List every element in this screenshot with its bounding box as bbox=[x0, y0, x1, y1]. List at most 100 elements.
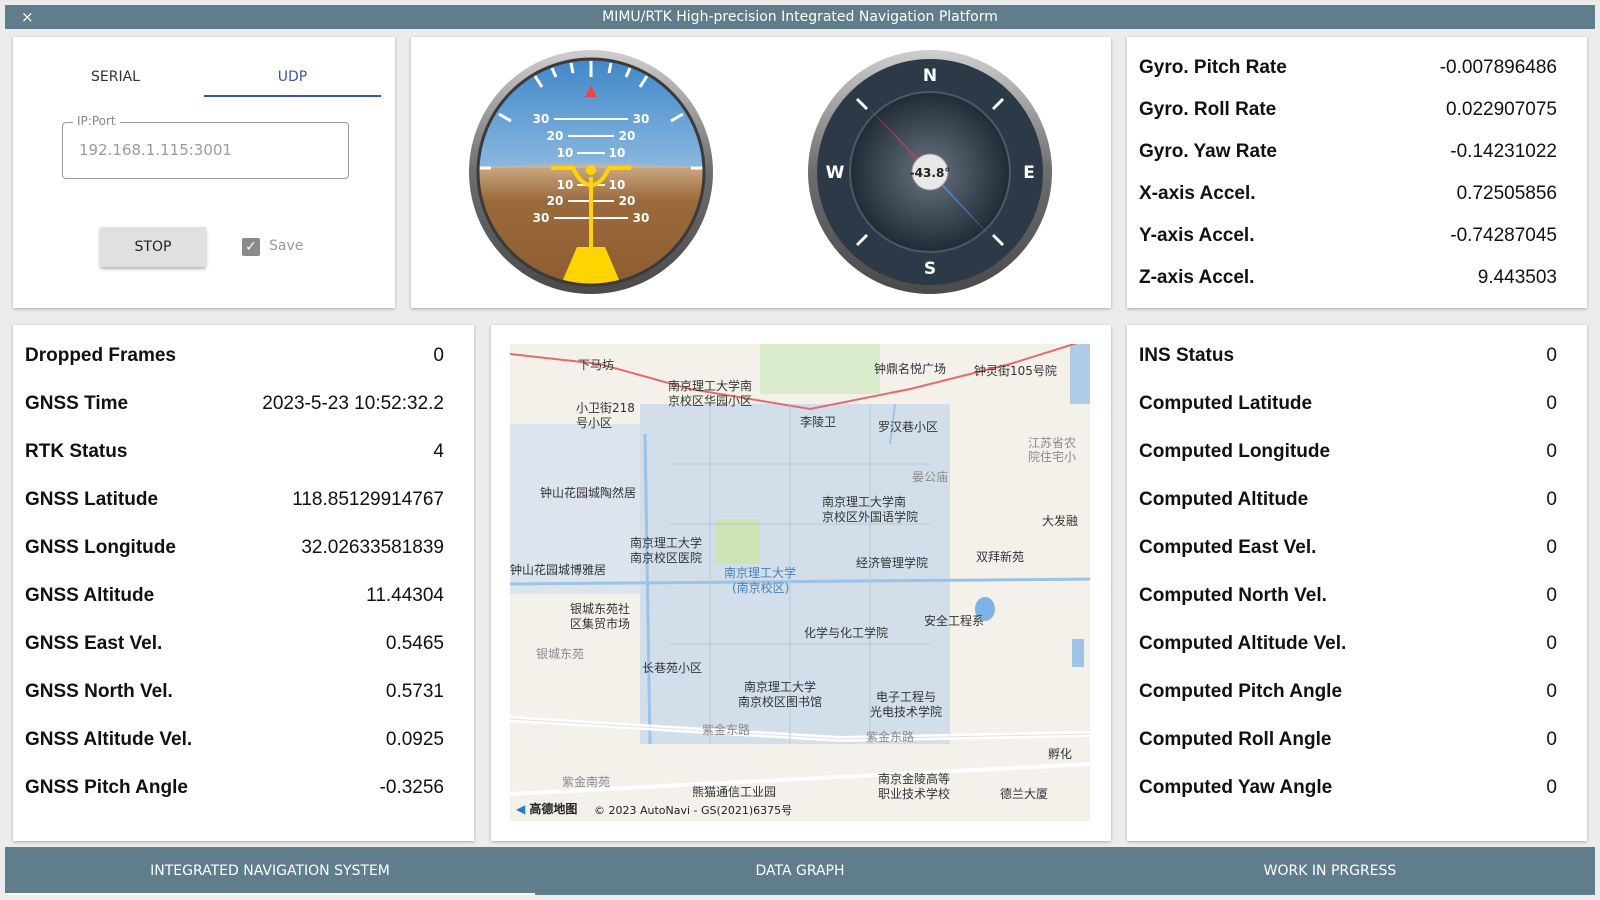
map-label: 钟山花园城博雅居 bbox=[510, 563, 607, 577]
gnss-row: GNSS East Vel. 0.5465 bbox=[25, 629, 444, 659]
ins-value: 0 bbox=[1546, 345, 1557, 366]
map-copyright: © 2023 AutoNavi - GS(2021)6375号 bbox=[594, 804, 793, 817]
tab-udp[interactable]: UDP bbox=[204, 57, 381, 97]
connection-panel: SERIAL UDP IP:Port 192.168.1.115:3001 ST… bbox=[13, 37, 395, 308]
gnss-label: GNSS North Vel. bbox=[25, 681, 173, 702]
ins-value: 0 bbox=[1546, 633, 1557, 654]
ins-row: INS Status 0 bbox=[1139, 341, 1557, 371]
imu-value: 9.443503 bbox=[1477, 267, 1557, 288]
gnss-label: GNSS Altitude bbox=[25, 585, 155, 606]
tab-data-graph[interactable]: DATA GRAPH bbox=[535, 847, 1065, 895]
imu-label: Gyro. Roll Rate bbox=[1139, 99, 1277, 120]
map-label: 南京理工大学 bbox=[744, 680, 817, 694]
map-label: 职业技术学校 bbox=[878, 787, 951, 801]
ip-port-field[interactable]: IP:Port 192.168.1.115:3001 bbox=[62, 114, 349, 179]
imu-value: -0.007896486 bbox=[1439, 57, 1557, 78]
imu-row: Gyro. Yaw Rate -0.14231022 bbox=[1139, 137, 1557, 167]
gnss-label: GNSS Latitude bbox=[25, 489, 159, 510]
pitch-label: 20 bbox=[619, 194, 636, 208]
map-label: 长巷苑小区 bbox=[642, 661, 703, 675]
map-label: 南京金陵高等 bbox=[878, 772, 951, 786]
gnss-value: 32.02633581839 bbox=[301, 537, 444, 558]
ip-port-input[interactable]: 192.168.1.115:3001 bbox=[79, 141, 232, 159]
tab-integrated-navigation[interactable]: INTEGRATED NAVIGATION SYSTEM bbox=[5, 847, 535, 895]
gnss-value: 0.0925 bbox=[385, 729, 444, 750]
ins-row: Computed Altitude 0 bbox=[1139, 485, 1557, 515]
title-bar: × MIMU/RTK High-precision Integrated Nav… bbox=[5, 5, 1595, 29]
window-title: MIMU/RTK High-precision Integrated Navig… bbox=[602, 9, 998, 25]
map-label: 紫金东路 bbox=[702, 723, 751, 737]
gnss-label: GNSS Time bbox=[25, 393, 129, 414]
ins-label: Computed Pitch Angle bbox=[1139, 681, 1343, 702]
ins-row: Computed Yaw Angle 0 bbox=[1139, 773, 1557, 803]
imu-value: 0.022907075 bbox=[1446, 99, 1557, 120]
gnss-value: 11.44304 bbox=[366, 585, 444, 606]
close-icon[interactable]: × bbox=[21, 5, 34, 29]
stop-button[interactable]: STOP bbox=[100, 227, 206, 267]
imu-panel: Gyro. Pitch Rate -0.007896486 Gyro. Roll R… bbox=[1127, 37, 1587, 308]
amap-logo-icon: ◀ bbox=[516, 802, 526, 816]
ins-row: Computed East Vel. 0 bbox=[1139, 533, 1557, 563]
compass-east-label: E bbox=[1023, 163, 1035, 183]
pitch-label: 20 bbox=[547, 129, 564, 143]
ins-value: 0 bbox=[1546, 393, 1557, 414]
map-label: 李陵卫 bbox=[800, 415, 837, 429]
imu-row: Z-axis Accel. 9.443503 bbox=[1139, 263, 1557, 293]
imu-row: Y-axis Accel. -0.74287045 bbox=[1139, 221, 1557, 251]
compass-heading: -43.8° bbox=[910, 166, 951, 180]
ins-value: 0 bbox=[1546, 777, 1557, 798]
gnss-panel: Dropped Frames 0 GNSS Time 2023-5-23 10:52:… bbox=[13, 325, 474, 841]
ins-label: Computed Latitude bbox=[1139, 393, 1313, 414]
gnss-row: GNSS Longitude 32.02633581839 bbox=[25, 533, 444, 563]
map-label: 南京校区医院 bbox=[630, 551, 703, 565]
map-label: 南京校区图书馆 bbox=[738, 695, 823, 709]
gnss-row: GNSS North Vel. 0.5731 bbox=[25, 677, 444, 707]
map-label: 紫金南苑 bbox=[562, 775, 611, 789]
gnss-value: 0 bbox=[433, 345, 444, 366]
gnss-label: Dropped Frames bbox=[25, 345, 176, 366]
gnss-row: Dropped Frames 0 bbox=[25, 341, 444, 371]
map-label: 大发融 bbox=[1042, 514, 1079, 528]
ins-row: Computed Latitude 0 bbox=[1139, 389, 1557, 419]
imu-row: Gyro. Pitch Rate -0.007896486 bbox=[1139, 53, 1557, 83]
map-logo: ◀ 高德地图 bbox=[516, 800, 577, 817]
pitch-label: 30 bbox=[633, 112, 650, 126]
ins-value: 0 bbox=[1546, 585, 1557, 606]
imu-label: X-axis Accel. bbox=[1139, 183, 1256, 204]
gnss-value: 4 bbox=[433, 441, 444, 462]
ins-row: Computed Longitude 0 bbox=[1139, 437, 1557, 467]
ins-row: Computed North Vel. 0 bbox=[1139, 581, 1557, 611]
map-label: 院住宅小 bbox=[1028, 450, 1077, 464]
ins-label: Computed Yaw Angle bbox=[1139, 777, 1333, 798]
gnss-label: GNSS East Vel. bbox=[25, 633, 163, 654]
ins-label: Computed Longitude bbox=[1139, 441, 1331, 462]
compass-west-label: W bbox=[826, 163, 845, 183]
tab-work-in-progress[interactable]: WORK IN PRGRESS bbox=[1065, 847, 1595, 895]
gnss-label: GNSS Altitude Vel. bbox=[25, 729, 193, 750]
tab-serial[interactable]: SERIAL bbox=[28, 57, 203, 97]
attitude-indicator: 30 30 20 20 10 10 10 10 20 20 30 30 N E … bbox=[469, 50, 1052, 294]
map-label: 光电技术学院 bbox=[870, 705, 943, 719]
active-tab-indicator bbox=[204, 95, 381, 97]
map-label: 熊猫通信工业园 bbox=[692, 785, 777, 799]
map-label: 钟灵街105号院 bbox=[974, 364, 1057, 378]
map-label: 孵化 bbox=[1048, 747, 1073, 761]
checkbox-icon[interactable]: ✓ bbox=[242, 238, 260, 256]
gnss-row: GNSS Time 2023-5-23 10:52:32.2 bbox=[25, 389, 444, 419]
pitch-label: 10 bbox=[609, 146, 626, 160]
ins-value: 0 bbox=[1546, 489, 1557, 510]
gnss-row: GNSS Latitude 118.85129914767 bbox=[25, 485, 444, 515]
ins-value: 0 bbox=[1546, 729, 1557, 750]
ins-label: Computed Roll Angle bbox=[1139, 729, 1332, 750]
pitch-label: 30 bbox=[633, 211, 650, 225]
map-label: 德兰大厦 bbox=[1000, 787, 1049, 801]
map-label: 化学与化工学院 bbox=[804, 626, 889, 640]
map-label: 下马坊 bbox=[578, 358, 615, 372]
ins-label: Computed East Vel. bbox=[1139, 537, 1317, 558]
map-view[interactable]: 下马坊 南京理工大学南 京校区华园小区 钟鼎名悦广场 钟灵街105号院 小卫街218 号小区… bbox=[510, 344, 1090, 821]
ins-value: 0 bbox=[1546, 537, 1557, 558]
imu-value: 0.72505856 bbox=[1456, 183, 1557, 204]
ins-label: INS Status bbox=[1139, 345, 1235, 366]
map-label: 小卫街218 bbox=[576, 401, 635, 415]
map-label: 南京理工大学南 bbox=[668, 379, 753, 393]
